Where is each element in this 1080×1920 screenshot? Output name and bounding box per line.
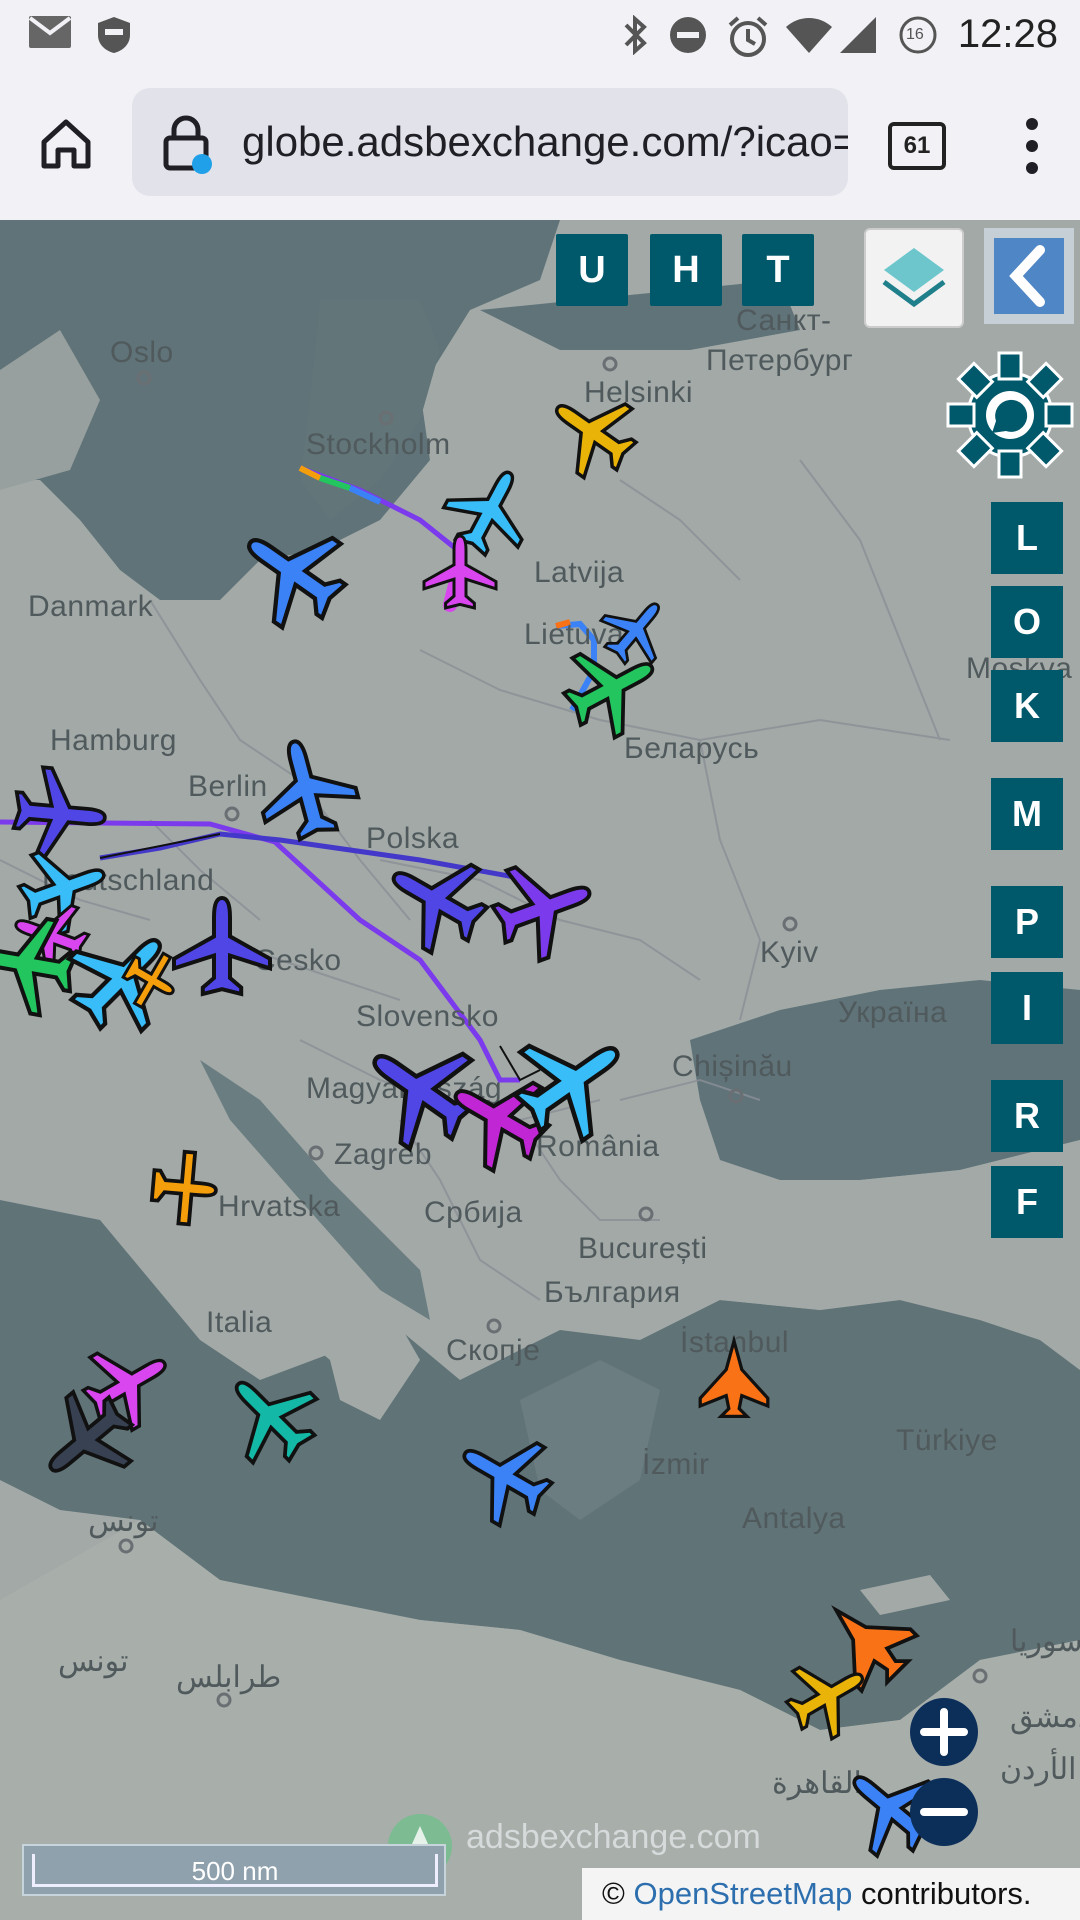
toggle-h-button[interactable]: H [650, 234, 722, 306]
toggle-i-button[interactable]: I [991, 972, 1063, 1044]
scale-bar: 500 nm [22, 1844, 446, 1896]
aircraft-icon[interactable] [9, 763, 111, 865]
layers-icon [882, 248, 946, 308]
aircraft-icon[interactable] [221, 501, 363, 643]
aircraft-icon[interactable] [431, 451, 549, 569]
alarm-icon [728, 16, 768, 57]
toggle-o-button[interactable]: O [991, 586, 1063, 658]
tab-switcher-button[interactable]: 61 [888, 122, 946, 170]
toggle-r-button[interactable]: R [991, 1080, 1063, 1152]
scale-label: 500 nm [32, 1854, 438, 1887]
aircraft-icon[interactable] [698, 1339, 770, 1419]
url-text[interactable]: globe.adsbexchange.com/?icao= [242, 118, 848, 166]
zoom-in-button[interactable] [910, 1698, 978, 1766]
do-not-disturb-icon [670, 17, 706, 53]
attribution-prefix: © [602, 1876, 634, 1911]
aircraft-icon[interactable] [440, 1412, 568, 1540]
aircraft-icon[interactable] [482, 846, 605, 969]
plus-icon [920, 1708, 968, 1756]
attribution-suffix: contributors. [852, 1876, 1032, 1911]
mail-icon [28, 16, 72, 48]
aircraft-icon[interactable] [531, 371, 653, 493]
chevron-left-icon [1009, 245, 1045, 307]
toggle-p-button[interactable]: P [991, 886, 1063, 958]
zoom-out-button[interactable] [910, 1778, 978, 1846]
address-bar[interactable]: globe.adsbexchange.com/?icao= [132, 88, 848, 196]
minus-icon [920, 1808, 968, 1816]
toggle-f-button[interactable]: F [991, 1166, 1063, 1238]
toggle-m-button[interactable]: M [991, 778, 1063, 850]
watermark: adsbexchange.com [386, 1812, 826, 1878]
toggle-t-button[interactable]: T [742, 234, 814, 306]
aircraft-icon[interactable] [345, 1015, 495, 1165]
aircraft-layer [0, 371, 956, 1874]
home-icon[interactable] [38, 116, 94, 172]
settings-gear-icon[interactable] [945, 350, 1075, 480]
bluetooth-icon [624, 15, 647, 55]
aircraft-icon[interactable] [247, 729, 365, 847]
shield-icon [98, 17, 130, 53]
browser-toolbar: globe.adsbexchange.com/?icao= 61 [0, 70, 1080, 220]
menu-dots-icon[interactable] [1020, 116, 1044, 176]
collapse-panel [994, 238, 1064, 314]
notification-badge: 16 [906, 26, 924, 43]
collapse-sidebar-button[interactable] [984, 228, 1074, 324]
aircraft-icon[interactable] [588, 582, 684, 678]
aircraft-icon[interactable] [370, 834, 501, 965]
map-view[interactable]: Oslo Stockholm Helsinki Санкт- Петербург… [0, 220, 1080, 1920]
toggle-k-button[interactable]: K [991, 670, 1063, 742]
aircraft-icon[interactable] [148, 1147, 221, 1229]
watermark-text: adsbexchange.com [466, 1818, 761, 1856]
toggle-l-button[interactable]: L [991, 502, 1063, 574]
aircraft-icon[interactable] [204, 1350, 336, 1482]
openstreetmap-link[interactable]: OpenStreetMap [633, 1876, 852, 1911]
wifi-icon [786, 18, 832, 53]
cellular-signal-icon [840, 17, 876, 53]
layers-button[interactable] [864, 228, 964, 328]
lock-icon[interactable] [160, 114, 216, 174]
status-bar: 16 12:28 [0, 0, 1080, 70]
aircraft-icon[interactable] [174, 898, 270, 994]
clock: 12:28 [957, 12, 1058, 56]
toggle-u-button[interactable]: U [556, 234, 628, 306]
map-attribution: © OpenStreetMap contributors. [582, 1868, 1080, 1920]
